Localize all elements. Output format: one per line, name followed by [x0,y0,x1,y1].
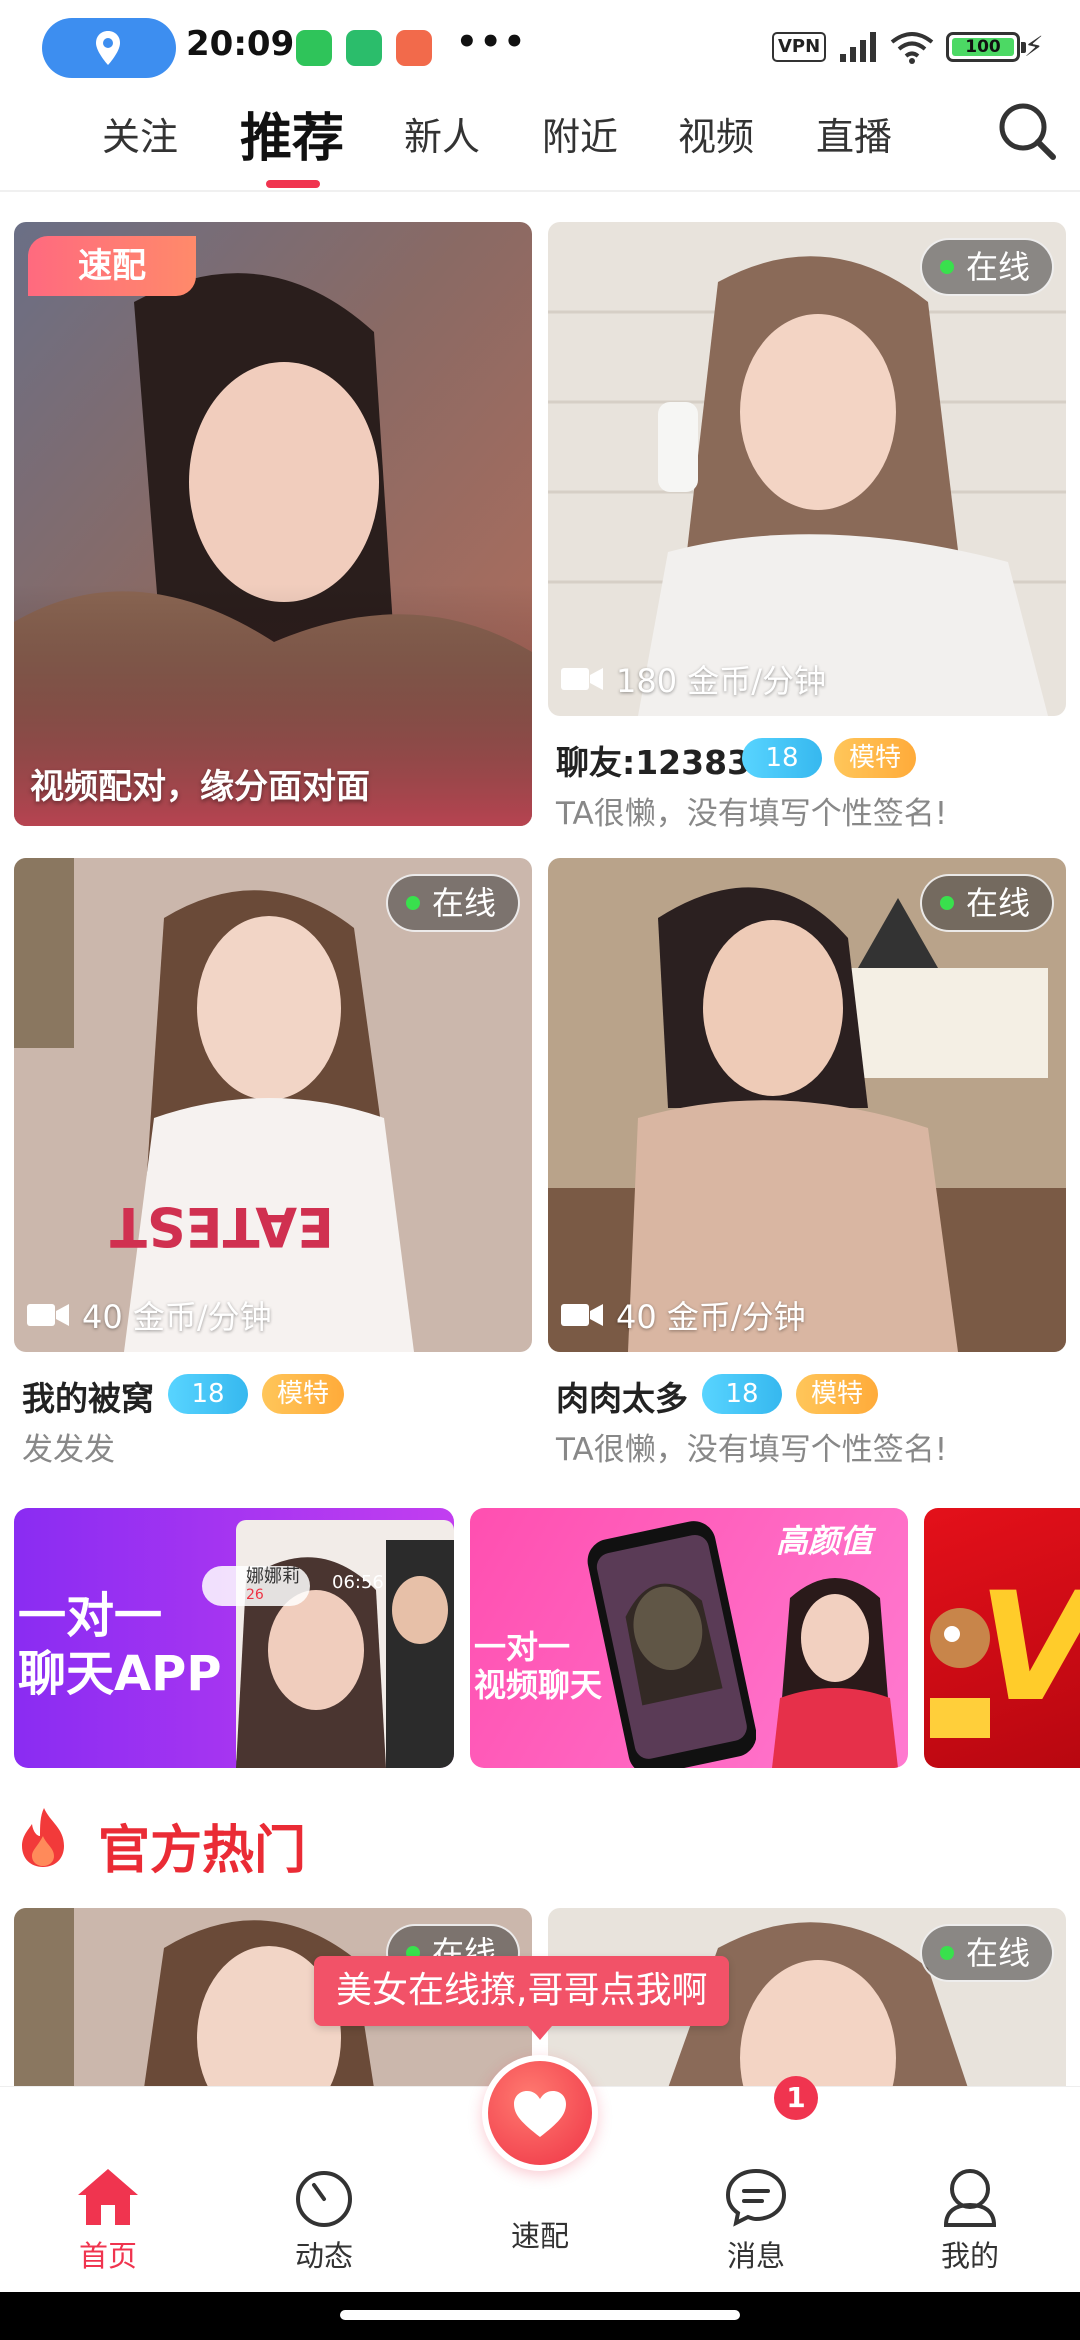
video-camera-icon [561,1304,603,1326]
profile-info: 我的被窝 18 模特 发发发 [22,1372,532,1472]
profile-card[interactable]: 在线 180 金币/分钟 [548,222,1066,716]
search-icon[interactable] [996,100,1058,162]
banner-line1: 一对一 [474,1628,571,1666]
model-tag: 模特 [834,738,916,778]
banner-photo [772,1578,898,1768]
age-tag: 18 [702,1374,782,1414]
message-count-badge: 1 [774,2076,818,2120]
dashboard-gauge-icon [296,2171,352,2227]
call-timer: 06:56 [332,1572,384,1593]
online-status-badge: 在线 [919,874,1054,932]
video-price: 180 金币/分钟 [560,656,826,702]
online-status-badge: 在线 [385,874,520,932]
banner-line2: 聊天APP [18,1645,222,1702]
profile-photo [14,222,532,826]
profile-card[interactable]: 在线 40 金币/分钟 [548,858,1066,1352]
profile-card[interactable]: EATEST 在线 40 金币/分钟 [14,858,532,1352]
nav-speed-match-label[interactable]: 速配 [470,2183,610,2255]
profile-signature: TA很懒，没有填写个性签名! [556,796,948,832]
nav-home[interactable]: 首页 [38,2167,178,2275]
profile-info: 聊友:12383 18 模特 TA很懒，没有填写个性签名! [556,736,1066,836]
flame-icon [22,1808,64,1867]
promo-bubble[interactable]: 美女在线撩,哥哥点我啊 [314,1956,730,2040]
online-dot-icon [939,1946,954,1960]
profile-name: 我的被窝 [22,1379,154,1418]
video-price: 40 金币/分钟 [26,1292,272,1338]
top-tab-bar: 关注 推荐 新人 附近 视频 直播 [0,96,1080,192]
clock: 20:09 [186,24,295,64]
model-tag: 模特 [796,1374,878,1414]
online-status-badge: 在线 [919,1924,1054,1982]
tab-recommend[interactable]: 推荐 [240,96,344,171]
profile-name: 聊友:12383 [556,743,751,782]
tab-nearby[interactable]: 附近 [542,106,618,161]
profile-signature: TA很懒，没有填写个性签名! [556,1432,948,1468]
tab-follow[interactable]: 关注 [102,106,178,161]
caller-chip: 娜娜莉 26 [202,1566,310,1606]
video-price: 40 金币/分钟 [560,1292,806,1338]
battery-icon: 100 [946,32,1026,62]
banner-line1: 一对一 [18,1588,163,1644]
app-notification-icon [396,30,432,66]
online-dot-icon [939,260,954,274]
location-pill[interactable] [42,18,176,78]
active-tab-indicator [266,180,320,188]
location-pin-icon [96,31,120,65]
system-nav-bar [0,2292,1080,2340]
cellular-signal-icon [840,32,876,62]
status-bar: 20:09 ••• VPN 100 ⚡ [0,0,1080,92]
speed-match-caption: 视频配对，缘分面对面 [30,767,370,807]
promo-banner[interactable]: V [924,1508,1080,1768]
svg-text:EATEST: EATEST [110,1195,334,1258]
mascot-illustration [930,1608,990,1738]
online-dot-icon [405,896,420,910]
battery-level: 100 [952,38,1014,56]
heart-icon [514,2091,566,2137]
tab-video[interactable]: 视频 [678,106,754,161]
profile-photo: EATEST [14,858,532,1352]
video-camera-icon [27,1304,69,1326]
nav-moments[interactable]: 动态 [254,2167,394,2275]
banner-headline: 高颜值 [776,1522,873,1560]
speed-match-badge: 速配 [28,236,196,296]
shield-app-icon [346,30,382,66]
wechat-icon [296,30,332,66]
vpn-icon: VPN [772,32,827,62]
promo-banner[interactable]: 一对一 视频聊天 高颜值 [470,1508,908,1768]
online-status-badge: 在线 [919,238,1054,296]
video-camera-icon [561,668,603,690]
promo-banner[interactable]: 一对一 聊天APP 娜娜莉 26 06:56 [14,1508,454,1768]
profile-photo [548,222,1066,716]
home-indicator[interactable] [340,2310,740,2320]
profile-name: 肉肉太多 [556,1379,688,1418]
more-notifications-icon: ••• [456,22,528,62]
nav-profile[interactable]: 我的 [900,2167,1040,2275]
bottom-nav: 首页 动态 速配 消息 我的 [0,2055,1080,2292]
profile-signature: 发发发 [22,1432,115,1468]
wifi-icon [890,32,934,64]
banner-line2: 视频聊天 [474,1666,603,1705]
model-tag: 模特 [262,1374,344,1414]
profile-info: 肉肉太多 18 模特 TA很懒，没有填写个性签名! [556,1372,1066,1472]
online-dot-icon [939,896,954,910]
profile-icon [943,2169,997,2227]
home-icon [78,2169,138,2225]
charging-icon: ⚡ [1024,30,1044,63]
nav-messages[interactable]: 消息 [686,2167,826,2275]
tab-live[interactable]: 直播 [816,106,892,161]
age-tag: 18 [742,738,822,778]
speed-match-card[interactable]: 速配 视频配对，缘分面对面 [14,222,532,826]
speed-match-button[interactable] [482,2055,598,2171]
message-icon [725,2168,787,2227]
banner-photo [236,1520,454,1768]
phone-illustration [587,1521,756,1768]
section-title: 官方热门 [98,1821,307,1881]
tab-new[interactable]: 新人 [404,106,480,161]
profile-photo [548,858,1066,1352]
age-tag: 18 [168,1374,248,1414]
